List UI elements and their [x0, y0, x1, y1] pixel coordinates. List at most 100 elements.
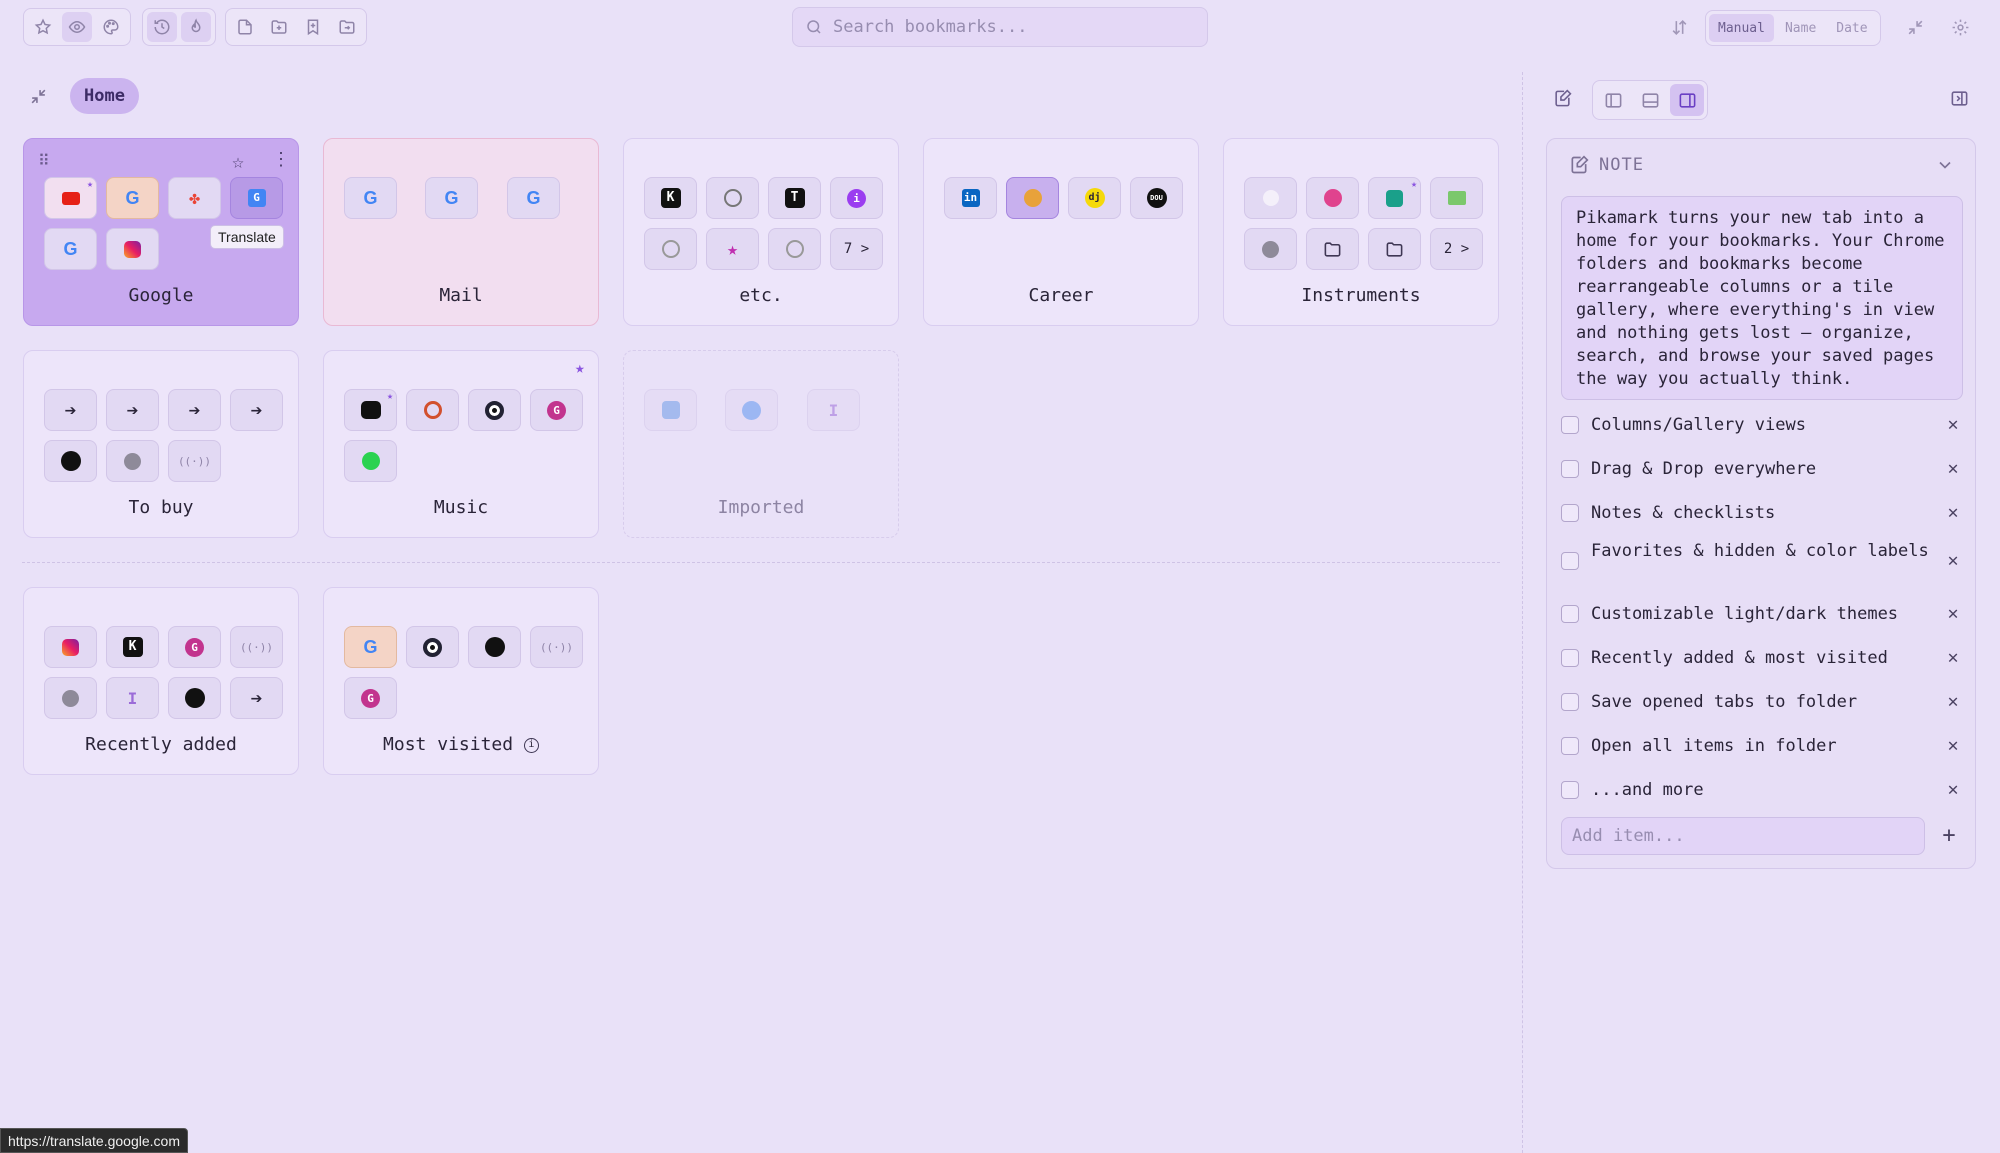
- palette-icon[interactable]: [96, 12, 126, 42]
- favorite-star-icon[interactable]: ☆: [232, 149, 244, 173]
- arrow-logo-icon[interactable]: ➔: [230, 389, 283, 431]
- github-icon[interactable]: [768, 228, 821, 270]
- add-bookmark-icon[interactable]: [298, 12, 328, 42]
- broadcast-icon[interactable]: ((·)): [168, 440, 221, 482]
- instagram-icon[interactable]: [106, 228, 159, 270]
- sort-name-option[interactable]: Name: [1776, 14, 1825, 42]
- save-tabs-icon[interactable]: [332, 12, 362, 42]
- broadcast-icon[interactable]: ((·)): [530, 626, 583, 668]
- chevron-down-icon[interactable]: [1935, 155, 1955, 175]
- drag-handle-icon[interactable]: ⠿: [38, 151, 50, 170]
- record-logo-icon[interactable]: [468, 389, 521, 431]
- search-input[interactable]: Search bookmarks...: [833, 17, 1027, 37]
- checklist-item-text[interactable]: Recently added & most visited: [1591, 646, 1931, 670]
- sort-direction-icon[interactable]: [1663, 11, 1695, 43]
- delete-item-icon[interactable]: ✕: [1943, 501, 1963, 525]
- sort-manual-option[interactable]: Manual: [1709, 14, 1774, 42]
- cursor-logo-icon[interactable]: I: [807, 389, 860, 431]
- history-icon[interactable]: [147, 12, 177, 42]
- instagram-icon[interactable]: [44, 626, 97, 668]
- k-logo-icon[interactable]: K: [644, 177, 697, 219]
- close-panel-icon[interactable]: [1943, 82, 1975, 114]
- checkbox[interactable]: [1561, 552, 1579, 570]
- checkbox[interactable]: [1561, 460, 1579, 478]
- folder-icon[interactable]: [1368, 228, 1421, 270]
- layout-right-panel-icon[interactable]: [1670, 84, 1704, 116]
- checklist-item-text[interactable]: Open all items in folder: [1591, 734, 1931, 758]
- blue-logo-icon[interactable]: [644, 389, 697, 431]
- globe-icon[interactable]: [44, 677, 97, 719]
- edit-note-icon[interactable]: [1546, 82, 1578, 114]
- genius-logo-icon[interactable]: G: [530, 389, 583, 431]
- black-logo-icon[interactable]: [168, 677, 221, 719]
- checklist-item-text[interactable]: Notes & checklists: [1591, 501, 1931, 525]
- circle-logo-icon[interactable]: [406, 389, 459, 431]
- google-icon[interactable]: G: [344, 177, 397, 219]
- github-icon[interactable]: [706, 177, 759, 219]
- google-icon[interactable]: G: [44, 228, 97, 270]
- more-items-button[interactable]: 2 >: [1430, 228, 1483, 270]
- checklist-item-text[interactable]: Drag & Drop everywhere: [1591, 457, 1931, 481]
- star-logo-icon[interactable]: ★: [706, 228, 759, 270]
- info-icon[interactable]: i: [523, 737, 539, 753]
- purple-logo-icon[interactable]: i: [830, 177, 883, 219]
- green-logo-icon[interactable]: [344, 440, 397, 482]
- checkbox[interactable]: [1561, 737, 1579, 755]
- folder-card-recently-added[interactable]: K G ((·)) I ➔ Recently added: [23, 587, 299, 775]
- google-translate-icon[interactable]: G: [230, 177, 283, 219]
- google-photos-icon[interactable]: ✤: [168, 177, 221, 219]
- delete-item-icon[interactable]: ✕: [1943, 778, 1963, 802]
- white-circle-icon[interactable]: [1244, 177, 1297, 219]
- eye-icon[interactable]: [62, 12, 92, 42]
- folder-card-instruments[interactable]: ★ 2 > Instruments: [1223, 138, 1499, 326]
- google-icon[interactable]: G: [425, 177, 478, 219]
- checklist-item-text[interactable]: Save opened tabs to folder: [1591, 690, 1931, 714]
- bandcamp-icon[interactable]: ★: [344, 389, 397, 431]
- checkbox[interactable]: [1561, 781, 1579, 799]
- checklist-item-text[interactable]: ...and more: [1591, 778, 1931, 802]
- google-icon[interactable]: G: [106, 177, 159, 219]
- folder-card-mail[interactable]: G G G Mail: [323, 138, 599, 326]
- github-icon[interactable]: [644, 228, 697, 270]
- record-logo-icon[interactable]: [406, 626, 459, 668]
- folder-icon[interactable]: [1306, 228, 1359, 270]
- black-logo-icon[interactable]: [44, 440, 97, 482]
- t-logo-icon[interactable]: T: [768, 177, 821, 219]
- delete-item-icon[interactable]: ✕: [1943, 602, 1963, 626]
- arrow-logo-icon[interactable]: ➔: [44, 389, 97, 431]
- wifi-logo-icon[interactable]: [725, 389, 778, 431]
- layout-left-panel-icon[interactable]: [1596, 84, 1630, 116]
- delete-item-icon[interactable]: ✕: [1943, 549, 1963, 573]
- swirl-logo-icon[interactable]: [1306, 177, 1359, 219]
- checkbox[interactable]: [1561, 649, 1579, 667]
- favorites-star-icon[interactable]: [28, 12, 58, 42]
- checkbox[interactable]: [1561, 416, 1579, 434]
- linkedin-icon[interactable]: in: [944, 177, 997, 219]
- checklist-item-text[interactable]: Customizable light/dark themes: [1591, 602, 1931, 626]
- arrow-logo-icon[interactable]: ➔: [106, 389, 159, 431]
- new-note-icon[interactable]: [230, 12, 260, 42]
- broadcast-icon[interactable]: ((·)): [230, 626, 283, 668]
- add-item-input[interactable]: Add item...: [1561, 817, 1925, 855]
- folder-card-music[interactable]: ★ ★ G Music: [323, 350, 599, 538]
- cube-logo-icon[interactable]: ★: [1368, 177, 1421, 219]
- checklist-item-text[interactable]: Columns/Gallery views: [1591, 413, 1931, 437]
- sort-date-option[interactable]: Date: [1827, 14, 1876, 42]
- search-box[interactable]: Search bookmarks...: [792, 7, 1208, 47]
- checkbox[interactable]: [1561, 504, 1579, 522]
- google-icon[interactable]: G: [507, 177, 560, 219]
- collapse-view-icon[interactable]: [22, 80, 54, 112]
- more-items-button[interactable]: 7 >: [830, 228, 883, 270]
- globe-icon[interactable]: [1244, 228, 1297, 270]
- genius-logo-icon[interactable]: G: [168, 626, 221, 668]
- checkbox[interactable]: [1561, 605, 1579, 623]
- delete-item-icon[interactable]: ✕: [1943, 646, 1963, 670]
- checkbox[interactable]: [1561, 693, 1579, 711]
- folder-card-imported[interactable]: I Imported: [623, 350, 899, 538]
- avatar-logo-icon[interactable]: [1006, 177, 1059, 219]
- delete-item-icon[interactable]: ✕: [1943, 690, 1963, 714]
- folder-card-etc[interactable]: K T i ★ 7 > etc.: [623, 138, 899, 326]
- folder-card-to-buy[interactable]: ➔ ➔ ➔ ➔ ((·)) To buy: [23, 350, 299, 538]
- delete-item-icon[interactable]: ✕: [1943, 413, 1963, 437]
- landscape-logo-icon[interactable]: [1430, 177, 1483, 219]
